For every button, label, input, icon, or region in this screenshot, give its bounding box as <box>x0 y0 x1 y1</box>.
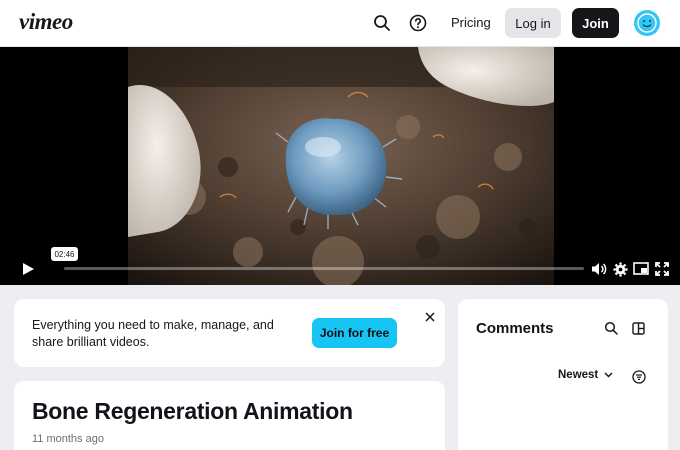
join-for-free-button[interactable]: Join for free <box>312 318 397 348</box>
settings-icon[interactable] <box>611 260 629 278</box>
video-info-card: Bone Regeneration Animation 11 months ag… <box>14 381 445 450</box>
close-icon[interactable] <box>423 310 437 324</box>
vimeo-logo[interactable]: vimeo <box>19 9 73 35</box>
filter-icon[interactable] <box>631 369 647 385</box>
panel-toggle-icon[interactable] <box>630 320 646 336</box>
join-button[interactable]: Join <box>572 8 619 38</box>
help-icon[interactable] <box>407 12 429 34</box>
search-icon[interactable] <box>603 320 619 336</box>
top-navbar: vimeo Pricing Log in Join <box>0 0 680 47</box>
signup-banner: Everything you need to make, manage, and… <box>14 299 445 367</box>
pricing-link[interactable]: Pricing <box>451 15 491 30</box>
chevron-down-icon <box>604 369 613 381</box>
comments-title: Comments <box>476 320 554 337</box>
video-title: Bone Regeneration Animation <box>32 398 353 424</box>
play-icon[interactable] <box>19 260 37 278</box>
smiley-icon[interactable] <box>634 10 660 36</box>
comments-panel: Comments Newest <box>458 299 668 450</box>
banner-text: Everything you need to make, manage, and… <box>32 318 274 349</box>
video-age: 11 months ago <box>32 433 104 445</box>
fullscreen-icon[interactable] <box>653 260 671 278</box>
video-frame[interactable] <box>128 47 554 285</box>
volume-icon[interactable] <box>590 260 608 278</box>
pip-icon[interactable] <box>632 260 650 278</box>
sort-dropdown[interactable]: Newest <box>558 369 613 381</box>
progress-bar[interactable] <box>64 267 584 270</box>
search-icon[interactable] <box>371 12 393 34</box>
sort-label: Newest <box>558 369 599 381</box>
login-button[interactable]: Log in <box>505 8 561 38</box>
video-player[interactable]: 02:46 <box>0 47 680 285</box>
current-time-tooltip: 02:46 <box>51 247 78 261</box>
